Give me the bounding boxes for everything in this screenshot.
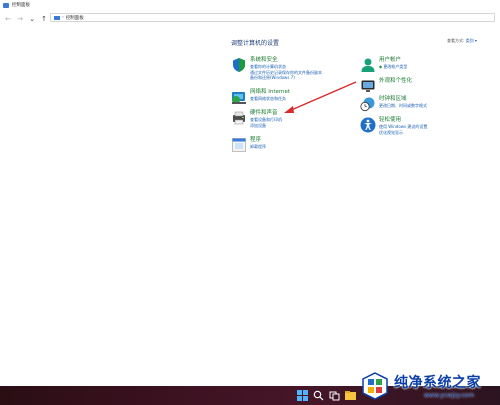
search-icon[interactable] — [313, 390, 324, 401]
task-view-icon[interactable] — [329, 390, 340, 401]
arrow-shaft — [288, 81, 357, 112]
red-annotation-arrow — [284, 81, 357, 113]
start-icon[interactable] — [297, 390, 308, 401]
arrow-head — [284, 106, 294, 113]
file-explorer-icon[interactable] — [345, 390, 356, 401]
watermark-url: www.ycwjzy.com — [424, 392, 475, 399]
watermark-title: 纯净系统之家 — [394, 375, 481, 391]
watermark: 纯净系统之家 www.ycwjzy.com — [360, 366, 500, 405]
watermark-logo-icon — [362, 371, 388, 400]
